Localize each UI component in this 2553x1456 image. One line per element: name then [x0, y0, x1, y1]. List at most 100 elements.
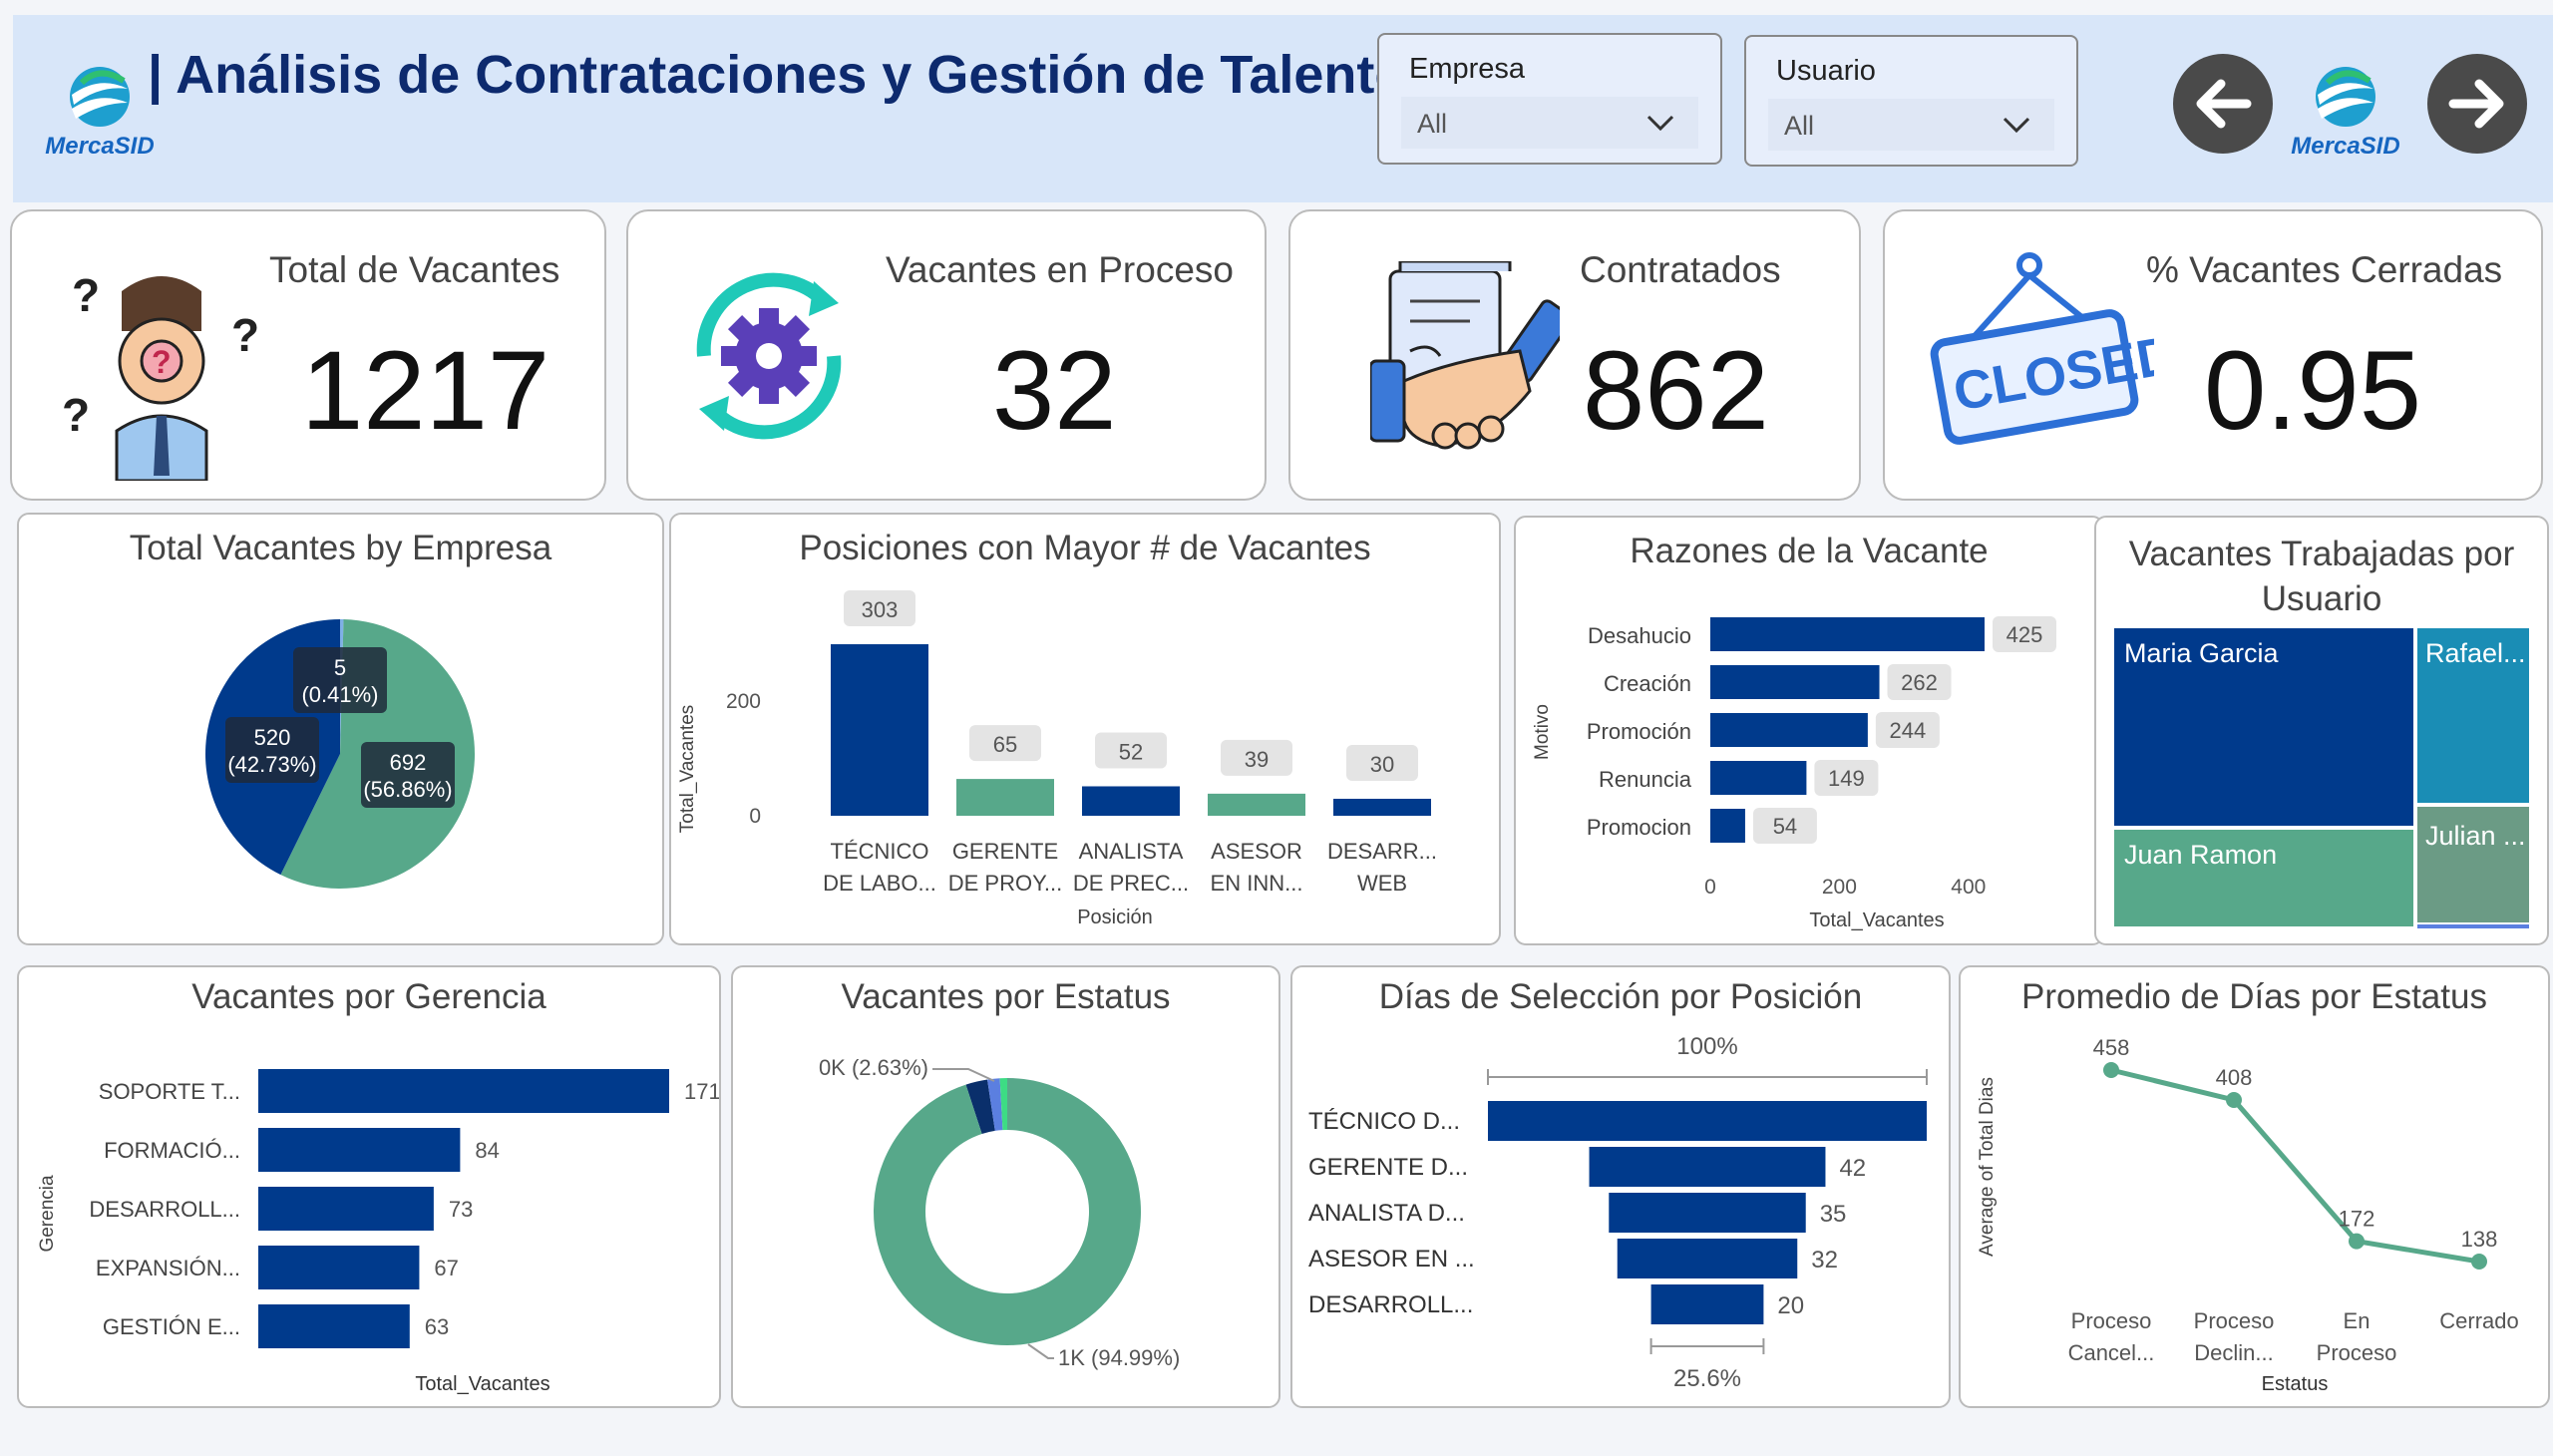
x-tick-label: Proceso	[2071, 1308, 2152, 1333]
x-tick-label: DE PREC...	[1073, 871, 1189, 896]
gerencia-bar-chart[interactable]: Gerencia SOPORTE T... 171 FORMACIÓ... 84 DESA…	[19, 967, 719, 1406]
arrow-left-icon	[2196, 79, 2252, 129]
data-label: 244	[1890, 718, 1927, 743]
panel-title-line2: Usuario	[2261, 579, 2382, 618]
back-button[interactable]	[2173, 54, 2273, 154]
data-label: 100%	[1676, 1033, 1737, 1060]
data-label: 42	[1839, 1155, 1866, 1182]
estatus-donut-chart[interactable]: 0K (2.63%) 1K (94.99%)	[733, 967, 1278, 1406]
empresa-pie-chart[interactable]: 692(56.86%) 520(42.73%) 5(0.41%)	[19, 515, 662, 943]
panel-estatus: Vacantes por Estatus 0K (2.63%) 1K (94.99…	[731, 965, 1280, 1408]
data-point	[2471, 1254, 2487, 1270]
kpi-contratados: Contratados 862	[1288, 209, 1861, 501]
treemap-cell[interactable]: Juan Ramon	[2114, 830, 2413, 926]
x-tick-label: 400	[1951, 876, 1986, 899]
treemap-cell[interactable]: Maria Garcia	[2114, 628, 2413, 826]
bar	[1710, 617, 1985, 651]
data-label: 67	[434, 1256, 458, 1280]
x-tick-label: En	[2344, 1308, 2371, 1333]
chevron-down-icon[interactable]	[1999, 107, 2034, 143]
category-label: DESARROLL...	[1308, 1291, 1473, 1318]
logo-text: MercaSID	[45, 133, 155, 160]
panel-posiciones: Posiciones con Mayor # de Vacantes Total…	[669, 513, 1501, 945]
treemap-cell-small[interactable]	[2417, 924, 2529, 928]
y-tick-label: DESARROLL...	[89, 1197, 240, 1222]
treemap-label: Juan Ramon	[2124, 840, 2278, 870]
treemap-cell[interactable]: Julian ...	[2417, 807, 2529, 922]
slicer-label: Empresa	[1409, 53, 1526, 85]
panel-vacantes-empresa: Total Vacantes by Empresa 692 (56.86%) 520…	[17, 513, 664, 945]
y-tick-label: EXPANSIÓN...	[96, 1256, 240, 1280]
category-label: TÉCNICO D...	[1308, 1108, 1460, 1135]
logo-text: MercaSID	[2291, 133, 2400, 160]
page-title: | Análisis de Contrataciones y Gestión d…	[148, 45, 1408, 105]
x-tick-label: GERENTE	[952, 839, 1058, 864]
data-label: 0K (2.63%)	[819, 1055, 928, 1080]
data-label: (56.86%)	[363, 777, 452, 802]
x-tick-label: ASESOR	[1211, 839, 1302, 864]
bar	[258, 1069, 669, 1113]
data-label: 30	[1370, 752, 1394, 777]
bar	[1710, 761, 1807, 795]
x-tick-label: 0	[1704, 876, 1716, 899]
chevron-down-icon[interactable]	[1642, 105, 1678, 141]
x-tick-label: WEB	[1357, 871, 1407, 896]
data-label: 262	[1901, 670, 1938, 695]
y-tick-label: Creación	[1604, 671, 1691, 696]
x-tick-label: Declin...	[2194, 1340, 2273, 1365]
data-point	[2103, 1062, 2119, 1078]
posiciones-bar-chart[interactable]: Total_Vacantes 200 0 303 TÉCNICO DE LABO... 65…	[671, 515, 1499, 943]
category-label: GERENTE D...	[1308, 1154, 1468, 1181]
donut-slice	[874, 1078, 1141, 1345]
empresa-slicer[interactable]: Empresa All	[1377, 33, 1722, 165]
y-tick-label: Promoción	[1587, 719, 1691, 744]
data-point	[2226, 1092, 2242, 1108]
y-tick-label: SOPORTE T...	[99, 1079, 240, 1104]
bar	[1333, 798, 1431, 816]
data-label: 520	[254, 725, 291, 750]
data-label: (42.73%)	[227, 752, 316, 777]
data-point	[2349, 1233, 2365, 1250]
funnel-bar	[1488, 1101, 1927, 1141]
empresa-dropdown[interactable]: All	[1401, 97, 1698, 149]
y-tick-label: 0	[749, 805, 761, 828]
razones-bar-chart[interactable]: Motivo Desahucio 425 Creación 262 Promoción 24…	[1516, 518, 2102, 943]
data-label: 25.6%	[1673, 1365, 1741, 1392]
kpi-value: 1217	[301, 328, 550, 453]
svg-text:?: ?	[62, 389, 90, 441]
treemap-cell[interactable]: Rafael...	[2417, 628, 2529, 803]
kpi-label: Contratados	[1580, 249, 1781, 290]
x-tick-label: Proceso	[2194, 1308, 2275, 1333]
bar	[1208, 793, 1305, 816]
x-tick-label: TÉCNICO	[831, 839, 929, 864]
usuario-dropdown[interactable]: All	[1768, 99, 2054, 151]
x-tick-label: EN INN...	[1211, 871, 1303, 896]
kpi-value: 862	[1583, 328, 1769, 453]
panel-dias: Días de Selección por Posición 100% TÉCNI…	[1290, 965, 1951, 1408]
y-axis-label: Total_Vacantes	[677, 705, 698, 834]
handshake-contract-icon	[1370, 261, 1560, 450]
data-label: 63	[425, 1314, 449, 1339]
promedio-line-chart[interactable]: Average of Total Dias 458 Proceso Cancel...…	[1961, 967, 2548, 1406]
globe-icon	[2316, 67, 2375, 127]
dias-funnel-chart[interactable]: 100% TÉCNICO D... GERENTE D... 42 ANALISTA D…	[1292, 967, 1949, 1406]
usuario-slicer[interactable]: Usuario All	[1744, 35, 2078, 167]
data-label: 73	[449, 1197, 473, 1222]
panel-razones: Razones de la Vacante Motivo Desahucio 425…	[1514, 516, 2104, 945]
panel-promedio: Promedio de Días por Estatus Average of …	[1959, 965, 2550, 1408]
y-axis-label: Average of Total Dias	[1977, 1077, 1998, 1257]
closed-sign-icon: CLOSED	[1930, 252, 2154, 445]
slicer-value: All	[1784, 111, 1815, 141]
data-label: 65	[993, 732, 1017, 757]
x-tick-label: ANALISTA	[1079, 839, 1184, 864]
forward-button[interactable]	[2427, 54, 2527, 154]
arrow-right-icon	[2448, 79, 2504, 129]
x-tick-label: Cerrado	[2439, 1308, 2518, 1333]
y-tick-label: GESTIÓN E...	[103, 1314, 240, 1339]
leader-line	[932, 1068, 995, 1082]
data-label: 149	[1828, 766, 1865, 791]
bar	[258, 1187, 434, 1231]
svg-text:?: ?	[231, 309, 259, 361]
y-tick-label: Renuncia	[1599, 767, 1692, 792]
confused-person-icon: ? ? ? ?	[62, 269, 259, 481]
